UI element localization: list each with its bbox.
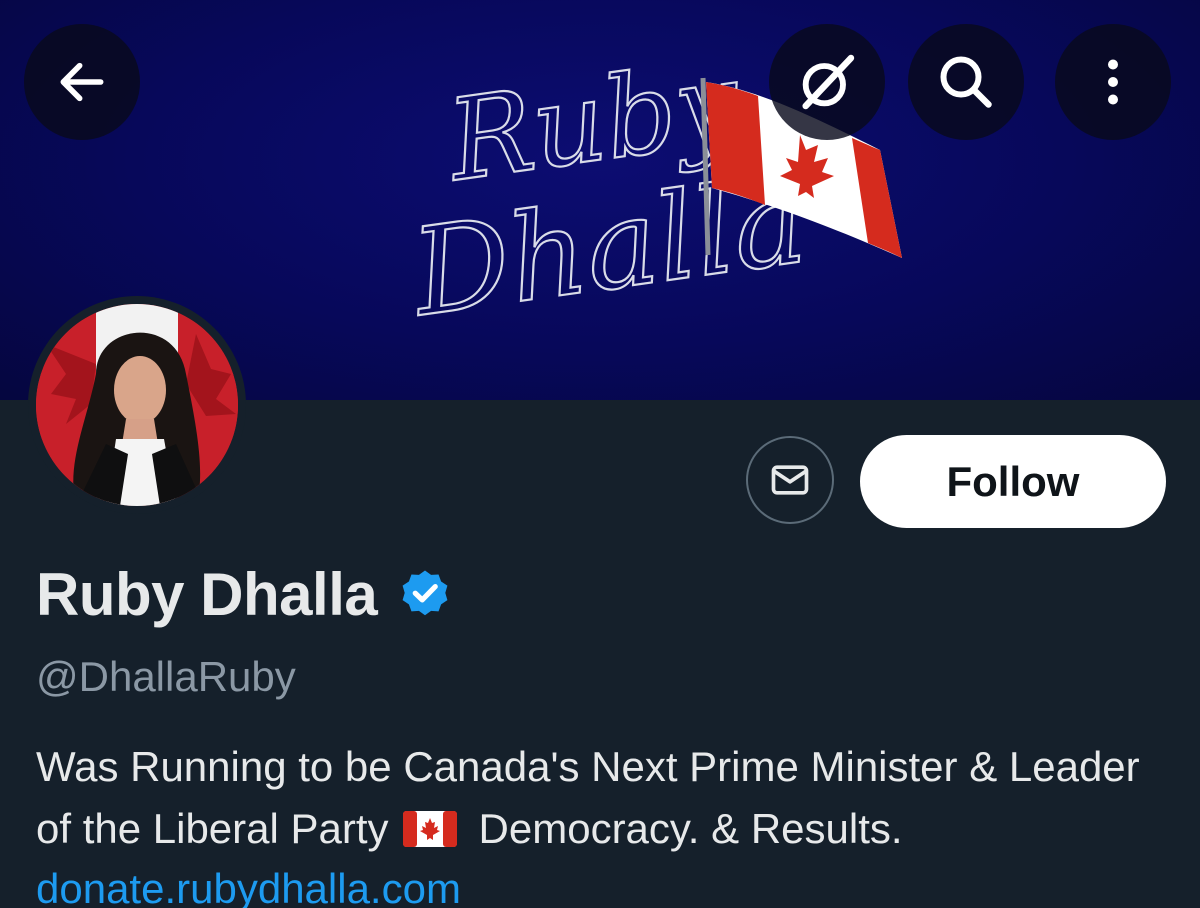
profile-name-row: Ruby Dhalla xyxy=(36,560,453,630)
profile-website-link[interactable]: donate.rubydhalla.com xyxy=(36,862,461,908)
grok-icon xyxy=(802,54,855,110)
search-icon xyxy=(940,56,992,108)
avatar-photo xyxy=(36,304,238,506)
more-options-button[interactable] xyxy=(1055,24,1171,140)
envelope-icon xyxy=(771,465,809,495)
profile-handle: @DhallaRuby xyxy=(36,653,296,700)
message-button[interactable] xyxy=(746,436,834,524)
bio-text-part2: Democracy. & Results. xyxy=(478,805,903,852)
profile-bio: Was Running to be Canada's Next Prime Mi… xyxy=(36,736,1186,864)
display-name: Ruby Dhalla xyxy=(36,561,378,628)
arrow-left-icon xyxy=(60,62,104,102)
more-vertical-icon xyxy=(1108,59,1118,105)
grok-button[interactable] xyxy=(769,24,885,140)
search-button[interactable] xyxy=(908,24,1024,140)
avatar-image xyxy=(36,304,238,506)
follow-button[interactable]: Follow xyxy=(860,435,1166,528)
back-button[interactable] xyxy=(24,24,140,140)
profile-avatar[interactable] xyxy=(28,296,246,514)
profile-page: Ruby Dhalla Follow Ruby Dhalla @DhallaRu… xyxy=(0,0,1200,908)
verified-badge-icon[interactable] xyxy=(397,567,453,623)
canada-flag-emoji xyxy=(402,802,457,864)
